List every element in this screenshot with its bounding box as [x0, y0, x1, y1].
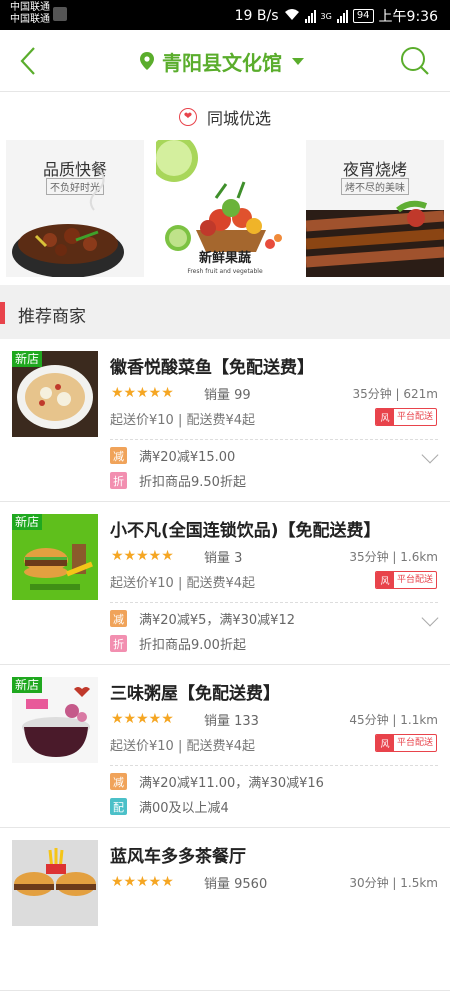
location-selector[interactable]: 青阳县文化馆 — [140, 46, 304, 76]
activity-text: 折扣商品9.00折起 — [139, 638, 246, 653]
rating-stars: ★★★★★ — [111, 385, 174, 401]
net-speed: 19 B/s — [234, 8, 279, 24]
delivery-rider-icon: 风 — [375, 409, 394, 425]
promo-title: 新鲜果蔬 — [198, 251, 251, 266]
shop-item[interactable]: 新店 三味粥屋【免配送费】 ★★★★★ 销量 133 45分钟 | 1.1km … — [0, 665, 450, 828]
shop-sales: 销量 3 — [204, 551, 243, 566]
platform-delivery-label: 平台配送 — [396, 575, 433, 585]
banner-title-row: ❤ 同城优选 — [0, 103, 450, 131]
signal-icon — [304, 9, 316, 23]
activity-text: 满¥20减¥5，满¥30减¥12 — [139, 613, 295, 628]
recommend-title: 推荐商家 — [18, 307, 86, 327]
shop-item[interactable]: 新店 小不凡(全国连锁饮品)【免配送费】 ★★★★★ 销量 3 35分钟 | 1… — [0, 502, 450, 665]
delivery-fee: 起送价¥10 | 配送费¥4起 — [110, 413, 255, 428]
shop-sales: 销量 133 — [204, 714, 259, 729]
activity-row: 配 满00及以上减4 — [110, 797, 229, 816]
clock: 上午9:36 — [378, 9, 438, 25]
section-accent-bar — [0, 302, 5, 324]
map-pin-icon — [140, 52, 154, 70]
platform-delivery-label: 平台配送 — [396, 738, 433, 748]
status-bar: 中国联通 中国联通 19 B/s 3G 94 上午9:36 — [0, 0, 450, 30]
header: 青阳县文化馆 — [0, 30, 450, 92]
activity-text: 满¥20减¥11.00，满¥30减¥16 — [139, 776, 324, 791]
delivery-rider-icon: 风 — [375, 735, 394, 751]
new-shop-badge: 新店 — [12, 514, 43, 530]
battery-icon: 94 — [352, 9, 374, 23]
activity-text: 满¥20减¥15.00 — [139, 450, 236, 465]
bbq-skewers-image — [306, 200, 444, 277]
shop-item[interactable]: 新店 徽香悦酸菜鱼【免配送费】 ★★★★★ 销量 99 35分钟 | 621m … — [0, 339, 450, 502]
discount-badge: 减 — [110, 610, 127, 627]
activity-text: 满00及以上减4 — [139, 801, 229, 816]
chevron-left-icon — [20, 47, 35, 75]
network-type: 3G — [320, 11, 332, 21]
shop-sales: 销量 9560 — [204, 877, 268, 892]
wifi-icon — [284, 8, 300, 25]
promo-card-fresh[interactable]: 新鲜果蔬 Fresh fruit and vegetable — [156, 140, 294, 277]
divider — [110, 765, 438, 766]
new-shop-badge: 新店 — [12, 677, 43, 693]
chevron-down-icon[interactable] — [421, 446, 439, 464]
platform-delivery-badge: 风 平台配送 — [374, 408, 437, 426]
carrier-1: 中国联通 — [10, 2, 50, 13]
delivery-fee: 起送价¥10 | 配送费¥4起 — [110, 576, 255, 591]
delivery-fee: 起送价¥10 | 配送费¥4起 — [110, 739, 255, 754]
heart-icon: ❤ — [178, 108, 197, 126]
back-button[interactable] — [14, 44, 44, 78]
shop-sales: 销量 99 — [204, 388, 251, 403]
signal-icon-2 — [336, 9, 348, 23]
carrier-labels: 中国联通 中国联通 — [10, 2, 50, 26]
activity-text: 折扣商品9.50折起 — [139, 475, 246, 490]
shop-thumbnail — [12, 840, 98, 926]
chevron-down-icon[interactable] — [421, 609, 439, 627]
divider — [110, 602, 438, 603]
activity-row: 减 满¥20减¥11.00，满¥30减¥16 — [110, 772, 324, 791]
delivery-time-distance: 30分钟 | 1.5km — [349, 876, 438, 890]
status-right: 19 B/s 3G 94 上午9:36 — [235, 6, 438, 26]
carrier-2: 中国联通 — [10, 14, 50, 25]
promo-subtitle: Fresh fruit and vegetable — [187, 268, 263, 275]
delivery-time-distance: 35分钟 | 621m — [352, 387, 438, 401]
discount-badge: 减 — [110, 773, 127, 790]
shop-item[interactable]: 蓝风车多多茶餐厅 ★★★★★ 销量 9560 30分钟 | 1.5km — [0, 828, 450, 991]
divider — [110, 439, 438, 440]
stew-pot-image — [12, 169, 124, 277]
banner-title: 同城优选 — [206, 109, 271, 128]
location-name: 青阳县文化馆 — [162, 50, 282, 75]
platform-delivery-label: 平台配送 — [396, 412, 433, 422]
shop-name: 徽香悦酸菜鱼【免配送费】 — [110, 358, 314, 378]
delivery-time-distance: 45分钟 | 1.1km — [349, 713, 438, 727]
caret-down-icon — [292, 57, 304, 65]
new-shop-badge: 新店 — [12, 351, 43, 367]
delivery-discount-badge: 配 — [110, 798, 127, 815]
shop-name: 蓝风车多多茶餐厅 — [110, 847, 246, 867]
shop-name: 三味粥屋【免配送费】 — [110, 684, 280, 704]
discount-badge: 减 — [110, 447, 127, 464]
activity-row: 折 折扣商品9.50折起 — [110, 471, 246, 490]
sale-badge: 折 — [110, 635, 127, 652]
rating-stars: ★★★★★ — [111, 711, 174, 727]
delivery-rider-icon: 风 — [375, 572, 394, 588]
shop-name: 小不凡(全国连锁饮品)【免配送费】 — [110, 521, 381, 541]
promo-card-fastfood[interactable]: 品质快餐 不负好时光 — [6, 140, 144, 277]
notification-icon — [53, 7, 67, 21]
activity-row: 折 折扣商品9.00折起 — [110, 634, 246, 653]
delivery-time-distance: 35分钟 | 1.6km — [349, 550, 438, 564]
search-icon — [401, 47, 429, 75]
promo-card-bbq[interactable]: 夜宵烧烤 烤不尽的美味 — [306, 140, 444, 277]
platform-delivery-badge: 风 平台配送 — [374, 734, 437, 752]
rating-stars: ★★★★★ — [111, 874, 174, 890]
platform-delivery-badge: 风 平台配送 — [374, 571, 437, 589]
activity-row: 减 满¥20减¥15.00 — [110, 446, 235, 465]
sale-badge: 折 — [110, 472, 127, 489]
search-button[interactable] — [400, 46, 430, 76]
rating-stars: ★★★★★ — [111, 548, 174, 564]
activity-row: 减 满¥20减¥5，满¥30减¥12 — [110, 609, 295, 628]
